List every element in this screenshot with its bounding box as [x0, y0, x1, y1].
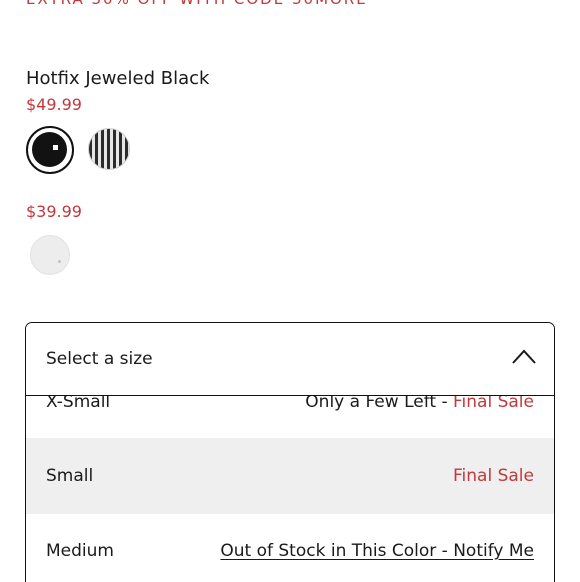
- notify-me-link[interactable]: Out of Stock in This Color - Notify Me: [220, 541, 534, 561]
- color-swatch-black[interactable]: [26, 126, 74, 174]
- swatch-mark: [58, 260, 61, 263]
- size-option-label: Small: [46, 466, 94, 486]
- size-select-toggle[interactable]: Select a size: [26, 323, 554, 396]
- size-select-label: Select a size: [46, 349, 153, 369]
- size-option-label: Medium: [46, 541, 114, 561]
- chevron-up-icon: [512, 349, 536, 364]
- color-swatch-stripe[interactable]: [88, 128, 130, 170]
- product-title: Hotfix Jeweled Black: [26, 68, 210, 89]
- promo-banner: EXTRA 30% OFF WITH CODE 30MORE: [26, 0, 368, 8]
- size-option-small[interactable]: Small Final Sale: [26, 438, 554, 514]
- color-swatch-white[interactable]: [30, 235, 70, 275]
- swatch-fill: [32, 132, 67, 167]
- size-dropdown: Select a size X-Small Only a Few Left - …: [25, 322, 555, 582]
- final-sale-tag: Final Sale: [453, 466, 534, 486]
- product-price-alt: $39.99: [26, 202, 82, 221]
- selected-indicator: [53, 145, 58, 150]
- product-price: $49.99: [26, 95, 82, 114]
- size-option-medium[interactable]: Medium Out of Stock in This Color - Noti…: [26, 514, 554, 582]
